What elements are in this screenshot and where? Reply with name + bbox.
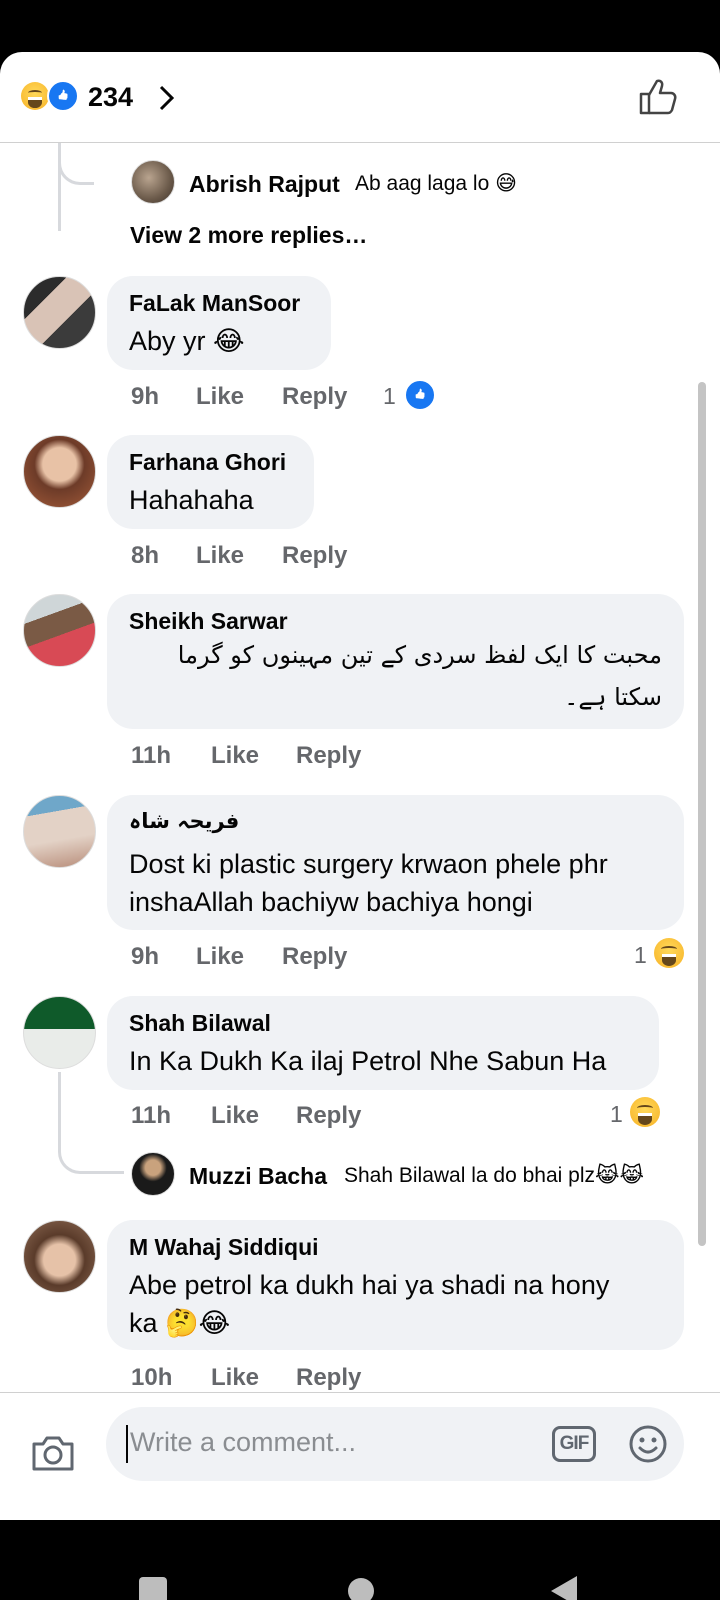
haha-emoji-icon[interactable] [630,1097,660,1127]
reaction-count: 1 [634,942,647,968]
reply-author[interactable]: Muzzi Bacha [189,1163,327,1190]
like-emoji-icon[interactable] [404,379,436,411]
reply-text: Ab aag laga lo 😅 [355,172,518,195]
avatar[interactable] [131,1152,175,1196]
comment-bubble[interactable]: M Wahaj Siddiqui Abe petrol ka dukh hai … [107,1220,684,1350]
reply-button[interactable]: Reply [282,542,347,570]
haha-emoji-icon[interactable] [654,938,684,968]
avatar[interactable] [23,795,96,868]
like-button[interactable]: Like [196,383,244,411]
comment-author[interactable]: FaLak ManSoor [129,290,300,317]
comment-text-line: سکتا ہے۔ [564,683,662,711]
like-button[interactable]: Like [211,742,259,770]
comment-text-line: inshaAllah bachiyw bachiya hongi [129,887,533,917]
text-cursor [126,1425,128,1463]
comment-text: Aby yr 😂 [129,326,245,356]
avatar[interactable] [23,435,96,508]
like-button[interactable]: Like [196,542,244,570]
comment-author[interactable]: Sheikh Sarwar [129,608,288,635]
like-button[interactable]: Like [211,1364,259,1392]
comment-time: 9h [131,943,160,970]
comment-composer: Write a comment... GIF [0,1392,720,1520]
comment-bubble[interactable]: فریحہ شاہ Dost ki plastic surgery krwaon… [107,795,684,930]
reaction-summary[interactable] [21,80,81,112]
reply-button[interactable]: Reply [282,383,347,411]
home-button[interactable] [348,1578,374,1600]
avatar[interactable] [131,160,175,204]
comment-time: 8h [131,542,160,569]
thumbs-up-outline-icon[interactable] [638,78,678,116]
comment-bubble[interactable]: Farhana Ghori Hahahaha [107,435,314,529]
haha-emoji-icon [21,82,49,110]
avatar[interactable] [23,594,96,667]
reaction-count: 1 [610,1101,623,1127]
comment-bubble[interactable]: Sheikh Sarwar محبت کا ایک لفظ سردی کے تی… [107,594,684,729]
comment-text-line: Abe petrol ka dukh hai ya shadi na hony [129,1270,610,1300]
reply-author[interactable]: Abrish Rajput [189,171,340,198]
comment-text-line: ka 🤔😂 [129,1308,231,1338]
like-button[interactable]: Like [211,1102,259,1130]
comment-text: In Ka Dukh Ka ilaj Petrol Nhe Sabun Ha [129,1046,607,1076]
reply-button[interactable]: Reply [296,742,361,770]
comment-time: 9h [131,383,160,410]
view-more-replies[interactable]: View 2 more replies… [130,222,367,249]
comment-text-line: محبت کا ایک لفظ سردی کے تین مہینوں کو گر… [177,641,662,669]
avatar[interactable] [23,1220,96,1293]
recent-apps-button[interactable] [139,1577,167,1600]
thread-line [58,143,94,231]
comment-time: 11h [131,1102,172,1129]
comment-author[interactable]: Farhana Ghori [129,449,286,476]
comments-sheet: 234 Abrish Rajput Ab aag laga lo 😅 View … [0,52,720,1520]
comment-time: 11h [131,742,172,769]
gif-button[interactable]: GIF [552,1426,596,1462]
reply-button[interactable]: Reply [282,943,347,971]
reply-text: Shah Bilawal la do bhai plz😹😹 [344,1164,645,1187]
reaction-count[interactable]: 234 [88,82,133,113]
back-button[interactable] [551,1576,577,1600]
reply-button[interactable]: Reply [296,1102,361,1130]
comment-input[interactable]: Write a comment... GIF [106,1407,684,1481]
reply-button[interactable]: Reply [296,1364,361,1392]
comment-bubble[interactable]: FaLak ManSoor Aby yr 😂 [107,276,331,370]
avatar[interactable] [23,276,96,349]
camera-icon[interactable] [30,1433,76,1473]
comment-author[interactable]: فریحہ شاہ [129,809,239,833]
reactions-header[interactable]: 234 [0,52,720,143]
comment-text-line: Dost ki plastic surgery krwaon phele phr [129,849,608,879]
emoji-smile-icon[interactable] [628,1424,668,1464]
comment-time: 10h [131,1364,173,1391]
reaction-count: 1 [383,383,396,409]
scrollbar[interactable] [698,382,706,1246]
chevron-right-icon[interactable] [158,84,174,112]
like-button[interactable]: Like [196,943,244,971]
comment-bubble[interactable]: Shah Bilawal In Ka Dukh Ka ilaj Petrol N… [107,996,659,1090]
comment-author[interactable]: Shah Bilawal [129,1010,271,1037]
thread-line [58,1072,124,1174]
comment-text: Hahahaha [129,485,254,515]
comment-author[interactable]: M Wahaj Siddiqui [129,1234,319,1261]
avatar[interactable] [23,996,96,1069]
comment-placeholder: Write a comment... [130,1427,357,1457]
like-emoji-icon [47,80,79,112]
